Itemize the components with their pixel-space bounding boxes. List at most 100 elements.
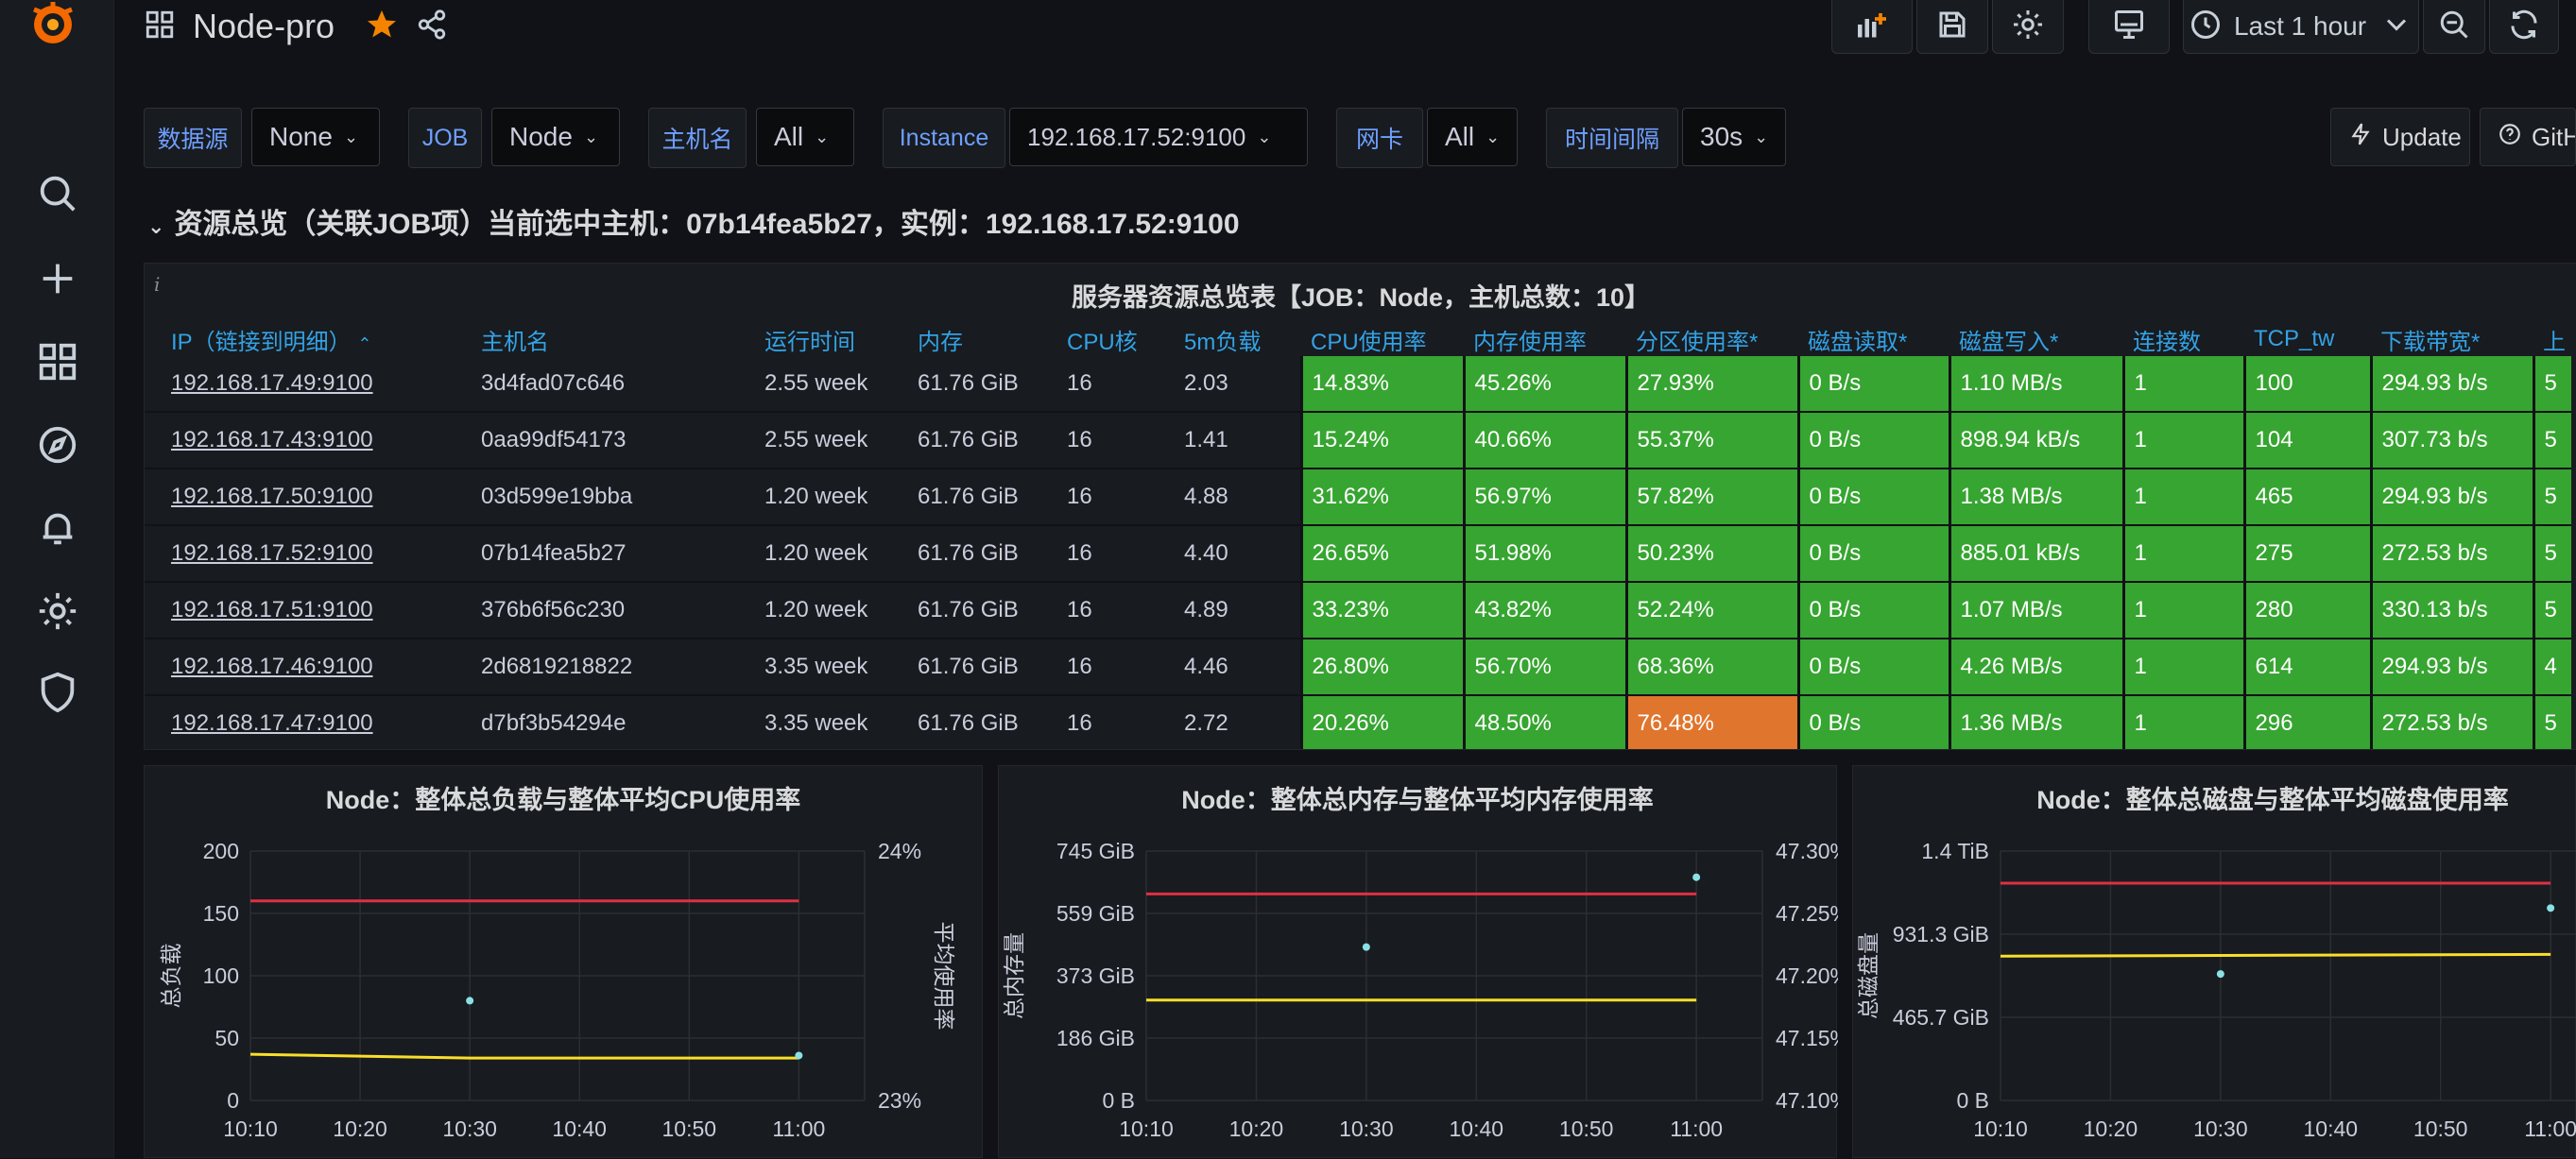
- search-icon[interactable]: [32, 168, 83, 219]
- metric-cell: 272.53 b/s: [2369, 525, 2533, 583]
- y2-axis-label: 平均使用率: [932, 922, 956, 1031]
- y-tick-label: 150: [203, 901, 239, 926]
- column-header[interactable]: 下载带宽*: [2371, 322, 2533, 356]
- ip-link[interactable]: 192.168.17.51:9100: [145, 582, 472, 639]
- dashboards-grid-icon[interactable]: [144, 9, 176, 45]
- column-header[interactable]: 磁盘读取*: [1798, 322, 1949, 356]
- table-row[interactable]: 192.168.17.47:9100 d7bf3b54294e 3.35 week 6…: [145, 695, 2571, 749]
- column-header[interactable]: 运行时间: [755, 322, 908, 356]
- zoom-out-button[interactable]: [2423, 0, 2485, 54]
- dashboards-icon[interactable]: [32, 336, 83, 387]
- table-cell: 3d4fad07c646: [472, 356, 755, 413]
- column-header[interactable]: 5m负载: [1175, 322, 1301, 356]
- metric-cell: 307.73 b/s: [2369, 412, 2533, 469]
- load-cpu-chart[interactable]: 0 50 100 150 200 10:10 10:20 10:30 10:40 10:50 11:…: [145, 766, 984, 1159]
- x-tick-label: 10:20: [1229, 1116, 1284, 1141]
- x-tick-label: 10:40: [2304, 1116, 2359, 1141]
- monitor-icon: [2112, 8, 2146, 46]
- var-select-nic[interactable]: All ⌄: [1427, 108, 1518, 166]
- update-button[interactable]: Update: [2330, 108, 2470, 166]
- y-tick-label: 931.3 GiB: [1893, 922, 1989, 946]
- x-tick-label: 11:00: [1670, 1116, 1723, 1141]
- save-icon: [1935, 8, 1969, 46]
- metric-cell: 48.50%: [1462, 695, 1626, 749]
- table-row[interactable]: 192.168.17.52:9100 07b14fea5b27 1.20 week 6…: [145, 525, 2571, 583]
- column-header[interactable]: 磁盘写入*: [1949, 322, 2123, 356]
- chevron-down-icon: ⌄: [343, 127, 359, 146]
- ip-link[interactable]: 192.168.17.50:9100: [145, 469, 472, 526]
- table-cell: 61.76 GiB: [908, 582, 1057, 639]
- x-tick-label: 10:10: [1119, 1116, 1174, 1141]
- table-row[interactable]: 192.168.17.50:9100 03d599e19bba 1.20 week 6…: [145, 469, 2571, 526]
- column-header[interactable]: 内存: [908, 322, 1057, 356]
- metric-cell: 15.24%: [1299, 412, 1464, 469]
- var-select-job[interactable]: Node ⌄: [491, 108, 620, 166]
- save-dashboard-button[interactable]: [1916, 0, 1988, 54]
- star-icon[interactable]: [365, 8, 399, 46]
- chevron-down-icon: ⌄: [1485, 127, 1501, 146]
- metric-cell: 275: [2242, 525, 2371, 583]
- compass-icon[interactable]: [32, 419, 83, 470]
- memory-chart[interactable]: 0 B 186 GiB 373 GiB 559 GiB 745 GiB 10:10 10:2…: [999, 766, 1838, 1159]
- table-row[interactable]: 192.168.17.51:9100 376b6f56c230 1.20 week 6…: [145, 582, 2571, 639]
- metric-cell: 1: [2121, 356, 2244, 413]
- metric-cell: 5: [2532, 695, 2571, 749]
- var-value-datasource: None: [269, 122, 333, 151]
- column-header[interactable]: 上: [2533, 322, 2571, 356]
- metric-cell: 1: [2121, 639, 2244, 696]
- column-header[interactable]: 分区使用率*: [1626, 322, 1798, 356]
- bell-icon[interactable]: [32, 503, 83, 554]
- column-header[interactable]: CPU使用率: [1301, 322, 1464, 356]
- shield-icon[interactable]: [32, 667, 83, 718]
- metric-cell: 55.37%: [1624, 412, 1798, 469]
- table-cell: 2d6819218822: [472, 639, 755, 696]
- gear-icon[interactable]: [32, 586, 83, 637]
- time-range-picker[interactable]: Last 1 hour: [2183, 0, 2419, 54]
- column-header[interactable]: 内存使用率: [1464, 322, 1626, 356]
- metric-cell: 330.13 b/s: [2369, 582, 2533, 639]
- table-row[interactable]: 192.168.17.46:9100 2d6819218822 3.35 week 6…: [145, 639, 2571, 696]
- help-circle-icon: [2498, 122, 2522, 153]
- table-row[interactable]: 192.168.17.49:9100 3d4fad07c646 2.55 week 6…: [145, 356, 2571, 413]
- var-select-datasource[interactable]: None ⌄: [251, 108, 380, 166]
- metric-cell: 50.23%: [1624, 525, 1798, 583]
- plus-icon[interactable]: [32, 253, 83, 304]
- column-header[interactable]: IP（链接到明细） ⌃: [145, 322, 472, 356]
- add-panel-button[interactable]: [1831, 0, 1913, 54]
- table-row[interactable]: 192.168.17.43:9100 0aa99df54173 2.55 week 6…: [145, 412, 2571, 469]
- view-mode-button[interactable]: [2088, 0, 2170, 54]
- var-select-interval[interactable]: 30s ⌄: [1682, 108, 1786, 166]
- metric-cell: 294.93 b/s: [2369, 469, 2533, 526]
- table-cell: 16: [1057, 582, 1175, 639]
- ip-link[interactable]: 192.168.17.49:9100: [145, 356, 472, 413]
- column-header[interactable]: CPU核: [1057, 322, 1175, 356]
- dashboard-settings-button[interactable]: [1992, 0, 2064, 54]
- metric-cell: 51.98%: [1462, 525, 1626, 583]
- disk-chart[interactable]: 0 B 465.7 GiB 931.3 GiB 1.4 TiB 10:10 10:20 10…: [1853, 766, 2576, 1159]
- column-header[interactable]: TCP_tw: [2244, 322, 2371, 356]
- column-header[interactable]: 主机名: [472, 322, 755, 356]
- table-cell: 61.76 GiB: [908, 412, 1057, 469]
- ip-link[interactable]: 192.168.17.52:9100: [145, 525, 472, 583]
- var-select-instance[interactable]: 192.168.17.52:9100 ⌄: [1009, 108, 1308, 166]
- ip-link[interactable]: 192.168.17.43:9100: [145, 412, 472, 469]
- y-tick-label: 465.7 GiB: [1893, 1005, 1989, 1030]
- ip-link[interactable]: 192.168.17.47:9100: [145, 695, 472, 749]
- row-header[interactable]: ⌄ 资源总览（关联JOB项）当前选中主机：07b14fea5b27，实例：192.…: [147, 200, 1240, 242]
- column-header[interactable]: 连接数: [2123, 322, 2244, 356]
- grafana-logo-icon[interactable]: [23, 0, 83, 53]
- refresh-button[interactable]: [2489, 0, 2559, 54]
- top-navbar: Node-pro Last 1 hour: [113, 0, 2576, 54]
- metric-cell: 1: [2121, 412, 2244, 469]
- metric-cell: 280: [2242, 582, 2371, 639]
- memory-chart-panel: Node：整体总内存与整体平均内存使用率 0 B 186 GiB 373 GiB 55…: [998, 765, 1838, 1159]
- github-link-button[interactable]: GitHub: [2480, 108, 2576, 166]
- metric-cell: 43.82%: [1462, 582, 1626, 639]
- table-cell: 16: [1057, 639, 1175, 696]
- var-select-hostname[interactable]: All ⌄: [756, 108, 854, 166]
- metric-cell: 40.66%: [1462, 412, 1626, 469]
- ip-link[interactable]: 192.168.17.46:9100: [145, 639, 472, 696]
- share-icon[interactable]: [416, 9, 448, 45]
- dashboard-title[interactable]: Node-pro: [193, 7, 335, 46]
- metric-cell: 4.26 MB/s: [1948, 639, 2123, 696]
